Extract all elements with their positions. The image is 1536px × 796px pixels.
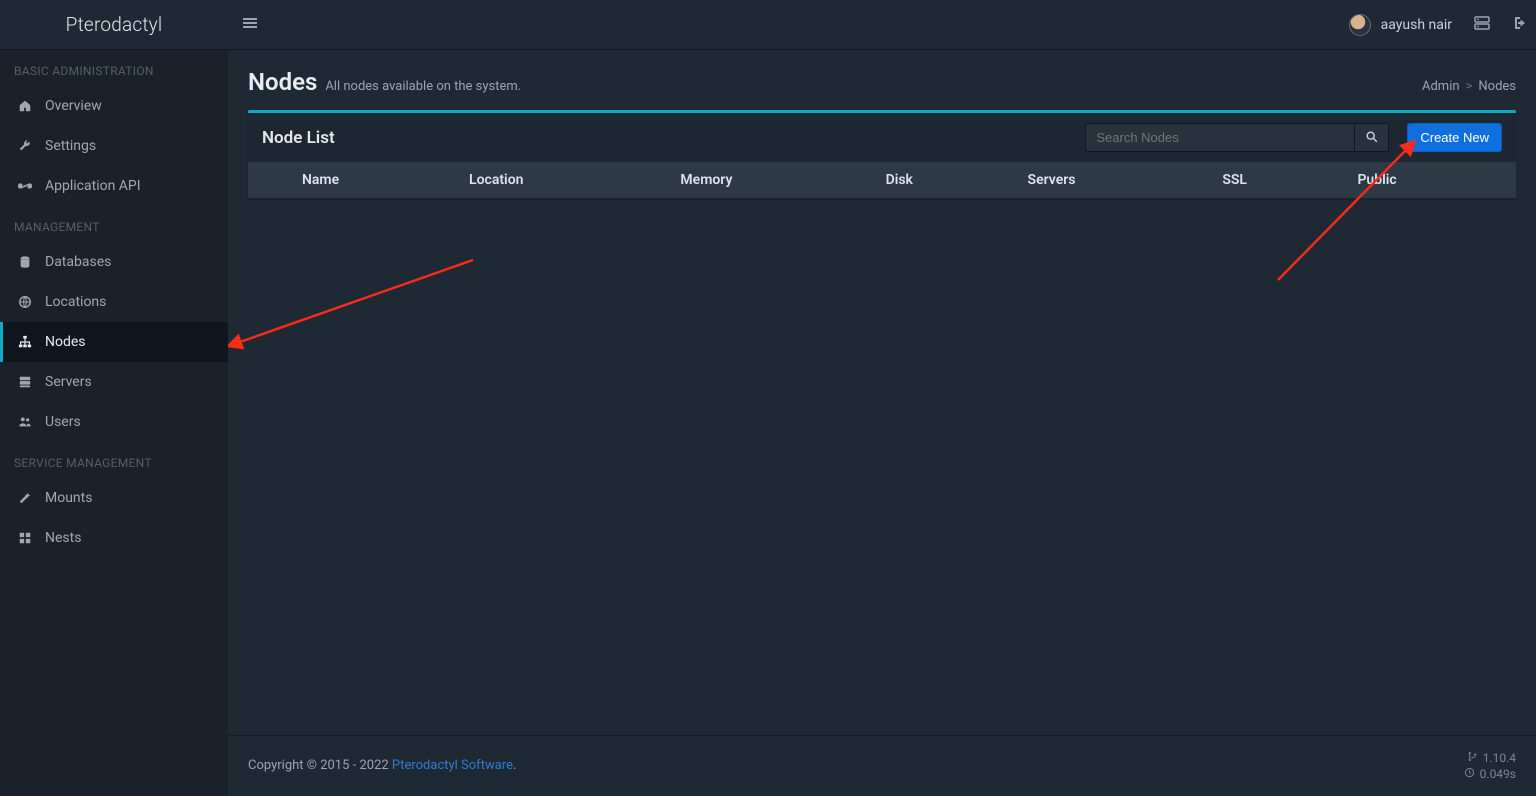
col-disk: Disk — [872, 162, 1014, 199]
link-icon — [17, 179, 33, 193]
sidebar-item-api[interactable]: Application API — [0, 166, 228, 206]
col-ssl: SSL — [1208, 162, 1343, 199]
home-icon — [17, 99, 33, 113]
col-memory: Memory — [666, 162, 871, 199]
footer-version: 1.10.4 — [1483, 750, 1516, 766]
breadcrumb: Admin > Nodes — [1422, 79, 1516, 94]
sidebar-item-servers[interactable]: Servers — [0, 362, 228, 402]
footer-copyright-suffix: . — [513, 758, 516, 773]
server-icon — [1474, 15, 1490, 35]
sidebar-section-label: MANAGEMENT — [0, 206, 228, 242]
sidebar-item-nodes[interactable]: Nodes — [0, 322, 228, 362]
server-view-button[interactable] — [1464, 0, 1500, 49]
sidebar-item-label: Locations — [45, 294, 106, 310]
col-servers: Servers — [1014, 162, 1209, 199]
sidebar-section-label: SERVICE MANAGEMENT — [0, 442, 228, 478]
globe-icon — [17, 295, 33, 309]
footer-copyright-prefix: Copyright © 2015 - 2022 — [248, 758, 392, 773]
sign-out-icon — [1510, 15, 1526, 35]
sidebar-item-label: Overview — [45, 98, 102, 114]
footer: Copyright © 2015 - 2022 Pterodactyl Soft… — [228, 735, 1536, 796]
footer-stats: 1.10.4 0.049s — [1464, 750, 1516, 782]
th-large-icon — [17, 531, 33, 545]
topbar: Pterodactyl aayush nair — [0, 0, 1536, 50]
main-content: Nodes All nodes available on the system.… — [228, 50, 1536, 796]
footer-time: 0.049s — [1480, 766, 1516, 782]
sidebar-item-mounts[interactable]: Mounts — [0, 478, 228, 518]
sidebar-item-label: Mounts — [45, 490, 92, 506]
sidebar-item-label: Databases — [45, 254, 111, 270]
breadcrumb-sep: > — [1466, 79, 1473, 94]
col-public: Public — [1343, 162, 1516, 199]
sitemap-icon — [17, 335, 33, 349]
search-button[interactable] — [1355, 123, 1389, 152]
magic-icon — [17, 491, 33, 505]
sidebar-item-overview[interactable]: Overview — [0, 86, 228, 126]
col-spacer — [248, 162, 288, 199]
sidebar-item-settings[interactable]: Settings — [0, 126, 228, 166]
nodes-table: Name Location Memory Disk Servers SSL Pu… — [248, 162, 1516, 199]
users-icon — [17, 415, 33, 429]
user-menu[interactable]: aayush nair — [1337, 0, 1464, 49]
breadcrumb-current: Nodes — [1478, 79, 1516, 94]
sidebar-item-label: Nodes — [45, 334, 86, 350]
sidebar-item-label: Application API — [45, 178, 141, 194]
sidebar-item-label: Users — [45, 414, 81, 430]
sidebar-section-label: BASIC ADMINISTRATION — [0, 50, 228, 86]
sidebar-item-databases[interactable]: Databases — [0, 242, 228, 282]
avatar — [1349, 14, 1371, 36]
search-form — [1085, 123, 1389, 152]
table-header-row: Name Location Memory Disk Servers SSL Pu… — [248, 162, 1516, 199]
database-icon — [17, 255, 33, 269]
box-title: Node List — [262, 128, 335, 148]
sidebar-item-label: Settings — [45, 138, 96, 154]
page-title: Nodes — [248, 68, 317, 96]
create-new-button[interactable]: Create New — [1407, 123, 1502, 152]
box-header: Node List Create New — [248, 113, 1516, 162]
sidebar-item-locations[interactable]: Locations — [0, 282, 228, 322]
server-icon — [17, 375, 33, 389]
node-list-box: Node List Create New Name — [248, 110, 1516, 199]
wrench-icon — [17, 139, 33, 153]
sidebar: BASIC ADMINISTRATION Overview Settings A… — [0, 50, 228, 796]
hamburger-toggle[interactable] — [228, 0, 272, 49]
footer-copyright: Copyright © 2015 - 2022 Pterodactyl Soft… — [248, 758, 516, 773]
bars-icon — [242, 15, 258, 35]
code-branch-icon — [1467, 750, 1478, 766]
logout-button[interactable] — [1500, 0, 1536, 49]
brand[interactable]: Pterodactyl — [0, 0, 228, 49]
content-header: Nodes All nodes available on the system.… — [228, 50, 1536, 110]
page-subtitle: All nodes available on the system. — [325, 79, 521, 94]
search-input[interactable] — [1085, 123, 1355, 152]
sidebar-item-label: Servers — [45, 374, 92, 390]
sidebar-item-users[interactable]: Users — [0, 402, 228, 442]
sidebar-item-label: Nests — [45, 530, 81, 546]
footer-link[interactable]: Pterodactyl Software — [392, 758, 513, 773]
breadcrumb-root[interactable]: Admin — [1422, 79, 1460, 94]
col-name: Name — [288, 162, 455, 199]
user-name: aayush nair — [1381, 17, 1452, 33]
clock-icon — [1464, 766, 1475, 782]
search-icon — [1365, 130, 1378, 146]
col-location: Location — [455, 162, 666, 199]
sidebar-item-nests[interactable]: Nests — [0, 518, 228, 558]
